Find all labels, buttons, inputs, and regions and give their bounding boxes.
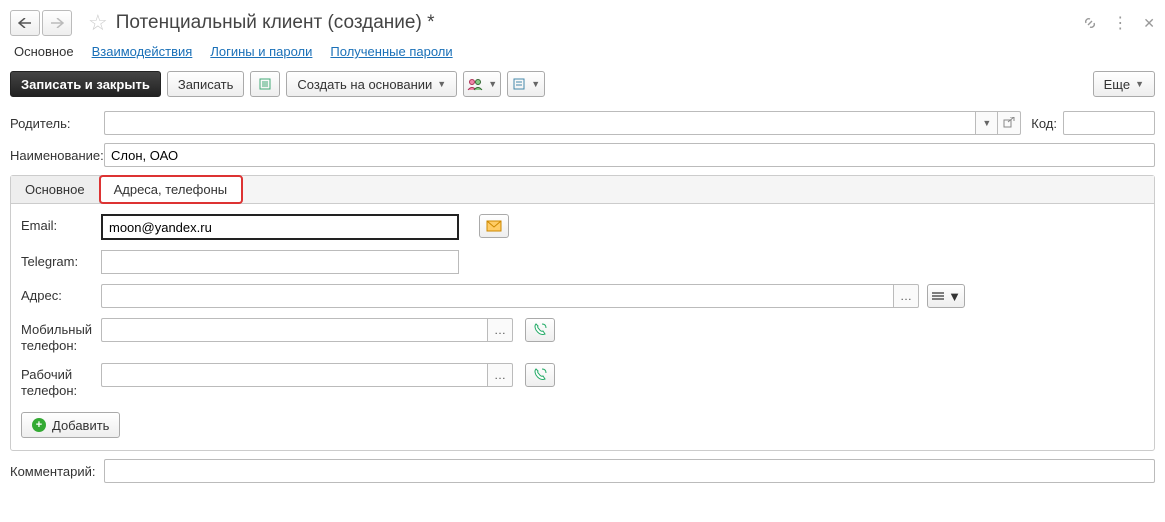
telegram-row: Telegram: — [21, 250, 1144, 274]
nav-tabs: Основное Взаимодействия Логины и пароли … — [10, 44, 1155, 59]
work-phone-label: Рабочий телефон: — [21, 363, 101, 398]
chevron-down-icon: ▼ — [531, 79, 540, 89]
favorite-star-icon[interactable]: ☆ — [88, 10, 108, 36]
create-based-label: Создать на основании — [297, 77, 432, 92]
mobile-call-button[interactable] — [525, 318, 555, 342]
mobile-phone-row: Мобильный телефон: … — [21, 318, 1144, 353]
telegram-label: Telegram: — [21, 250, 101, 269]
code-label: Код: — [1031, 116, 1057, 131]
list-icon-button[interactable] — [250, 71, 280, 97]
list-lines-icon — [931, 291, 945, 301]
parent-dropdown-button[interactable]: ▼ — [975, 111, 997, 135]
parent-input[interactable] — [104, 111, 975, 135]
tab-logins[interactable]: Логины и пароли — [210, 44, 312, 59]
arrow-left-icon — [18, 18, 32, 28]
work-phone-row: Рабочий телефон: … — [21, 363, 1144, 398]
toolbar: Записать и закрыть Записать Создать на о… — [10, 71, 1155, 97]
parent-open-button[interactable] — [997, 111, 1021, 135]
form-icon-button[interactable]: ▼ — [507, 71, 545, 97]
add-button-label: Добавить — [52, 418, 109, 433]
address-input[interactable] — [101, 284, 893, 308]
close-icon[interactable]: ✕ — [1143, 15, 1155, 32]
arrow-right-icon — [50, 18, 64, 28]
tab-interactions[interactable]: Взаимодействия — [92, 44, 193, 59]
save-close-button[interactable]: Записать и закрыть — [10, 71, 161, 97]
address-row: Адрес: … ▼ — [21, 284, 1144, 308]
name-input[interactable] — [104, 143, 1155, 167]
sub-tab-addresses[interactable]: Адреса, телефоны — [100, 176, 243, 203]
sub-tab-main[interactable]: Основное — [11, 176, 100, 203]
tab-main[interactable]: Основное — [14, 44, 74, 59]
nav-group — [10, 10, 74, 36]
phone-icon — [532, 322, 548, 338]
name-label: Наименование: — [10, 148, 104, 163]
envelope-icon — [486, 220, 502, 232]
email-row: Email: — [21, 214, 1144, 240]
email-label: Email: — [21, 214, 101, 233]
mobile-phone-input[interactable] — [101, 318, 487, 342]
more-label: Еще — [1104, 77, 1130, 92]
chevron-down-icon: ▼ — [948, 289, 961, 304]
email-input[interactable] — [101, 214, 459, 240]
contact-panel: Основное Адреса, телефоны Email: Telegra… — [10, 175, 1155, 451]
comment-label: Комментарий: — [10, 464, 104, 479]
open-external-icon — [1003, 117, 1015, 129]
address-list-button[interactable]: ▼ — [927, 284, 965, 308]
link-icon[interactable] — [1082, 15, 1098, 31]
more-button[interactable]: Еще ▼ — [1093, 71, 1155, 97]
mobile-phone-label: Мобильный телефон: — [21, 318, 101, 353]
address-label: Адрес: — [21, 284, 101, 303]
add-contact-button[interactable]: + Добавить — [21, 412, 120, 438]
phone-icon — [532, 367, 548, 383]
code-input[interactable] — [1063, 111, 1155, 135]
save-button[interactable]: Записать — [167, 71, 245, 97]
page-title: Потенциальный клиент (создание) * — [116, 12, 1083, 34]
chevron-down-icon: ▼ — [488, 79, 497, 89]
sub-tabs: Основное Адреса, телефоны — [11, 176, 1154, 204]
document-icon — [512, 77, 526, 91]
list-icon — [258, 77, 272, 91]
chevron-down-icon: ▼ — [1135, 79, 1144, 89]
comment-row: Комментарий: — [10, 459, 1155, 483]
back-button[interactable] — [10, 10, 40, 36]
kebab-menu-icon[interactable]: ⋮ — [1112, 13, 1129, 33]
users-icon-button[interactable]: ▼ — [463, 71, 501, 97]
work-call-button[interactable] — [525, 363, 555, 387]
telegram-input[interactable] — [101, 250, 459, 274]
forward-button[interactable] — [42, 10, 72, 36]
users-icon — [467, 77, 483, 91]
address-ellipsis-button[interactable]: … — [893, 284, 919, 308]
tab-received-passwords[interactable]: Полученные пароли — [330, 44, 452, 59]
create-based-button[interactable]: Создать на основании ▼ — [286, 71, 457, 97]
name-row: Наименование: — [10, 143, 1155, 167]
parent-label: Родитель: — [10, 116, 104, 131]
comment-input[interactable] — [104, 459, 1155, 483]
work-ellipsis-button[interactable]: … — [487, 363, 513, 387]
parent-row: Родитель: ▼ Код: — [10, 111, 1155, 135]
email-send-button[interactable] — [479, 214, 509, 238]
plus-icon: + — [32, 418, 46, 432]
work-phone-input[interactable] — [101, 363, 487, 387]
chevron-down-icon: ▼ — [437, 79, 446, 89]
window-header: ☆ Потенциальный клиент (создание) * ⋮ ✕ — [10, 10, 1155, 36]
mobile-ellipsis-button[interactable]: … — [487, 318, 513, 342]
